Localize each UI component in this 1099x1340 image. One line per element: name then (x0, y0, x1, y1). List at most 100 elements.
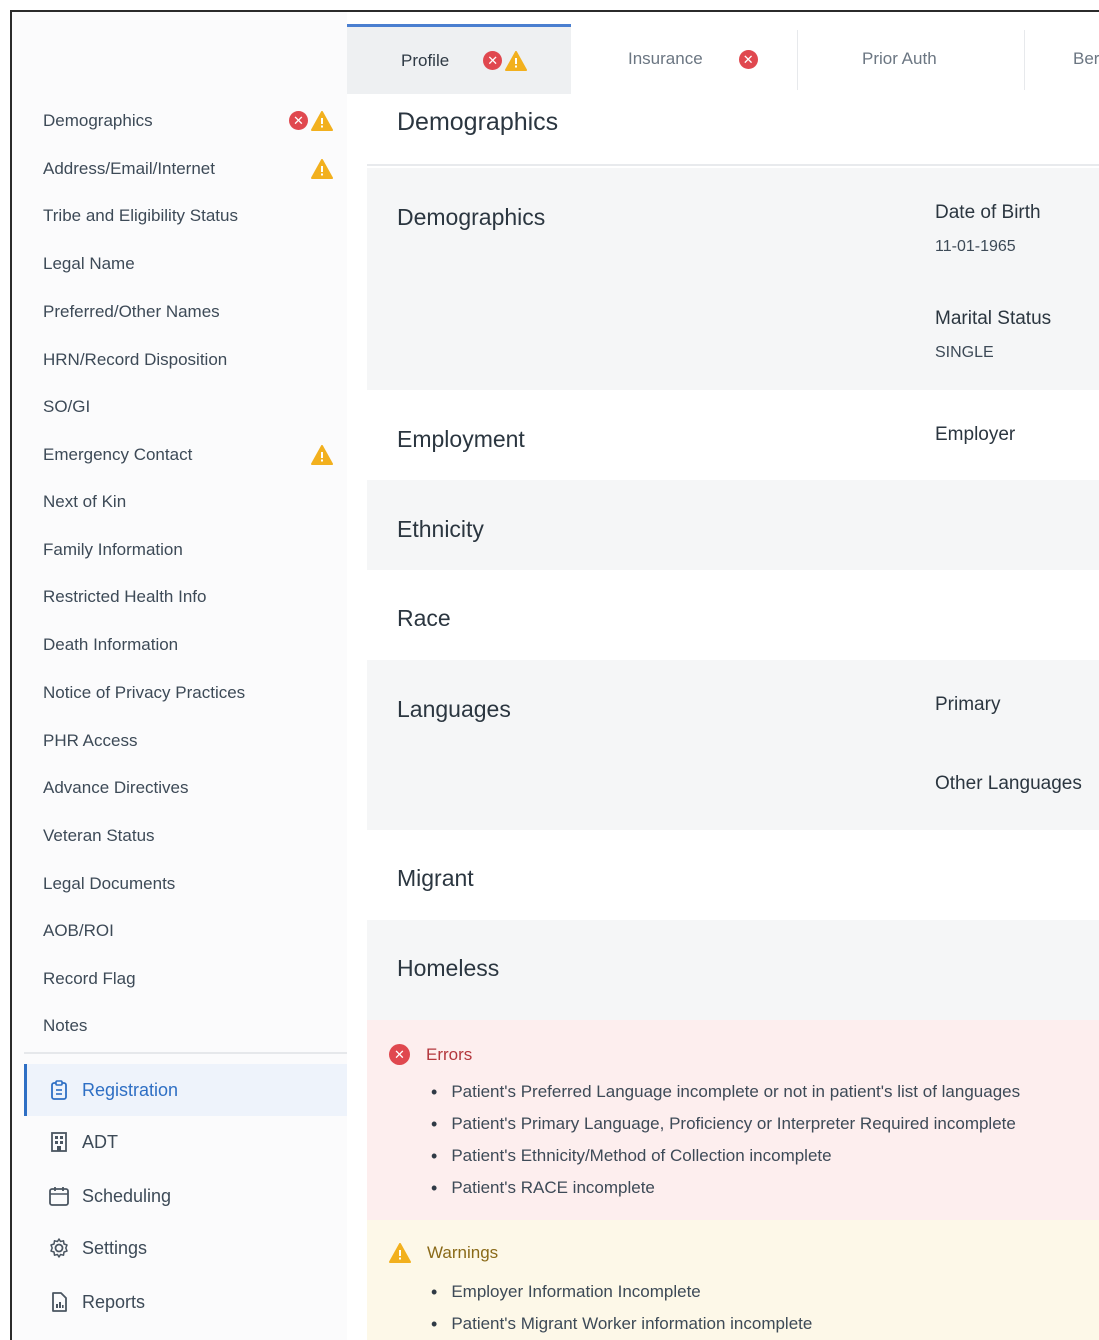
sidebar-item-phr-access[interactable]: PHR Access (43, 728, 333, 754)
error-item: Patient's Ethnicity/Method of Collection… (431, 1140, 1020, 1172)
section-title: Demographics (397, 204, 546, 230)
sidebar-item-label: Emergency Contact (43, 445, 193, 464)
sidebar-item-label: Notes (43, 1016, 88, 1035)
other-languages-label: Other Languages (935, 773, 1082, 794)
sidebar-item-label: Family Information (43, 540, 183, 559)
sidebar-item-legal-name[interactable]: Legal Name (43, 251, 333, 277)
warning-icon (505, 50, 528, 71)
nav-adt[interactable]: ADT (24, 1116, 347, 1168)
sidebar-item-label: Death Information (43, 635, 179, 654)
nav-reports[interactable]: Reports (24, 1276, 347, 1328)
sidebar-item-emergency-contact[interactable]: Emergency Contact (43, 442, 333, 468)
warnings-panel: Warnings Employer Information Incomplete… (367, 1220, 1099, 1340)
sidebar-item-restricted-health[interactable]: Restricted Health Info (43, 584, 333, 610)
section-race: Race (367, 570, 1099, 660)
section-title: Race (397, 605, 451, 631)
tab-label: Prior Auth (862, 49, 937, 68)
nav-label: Reports (82, 1291, 146, 1312)
warnings-heading: Warnings (389, 1243, 498, 1263)
marital-status-value: SINGLE (935, 344, 994, 361)
tab-label: Profile (401, 50, 450, 70)
tab-benefits[interactable]: Ber (1025, 24, 1099, 94)
warnings-list: Employer Information Incomplete Patient'… (431, 1276, 812, 1340)
sidebar-item-label: Veteran Status (43, 826, 155, 845)
sidebar-item-next-of-kin[interactable]: Next of Kin (43, 489, 333, 515)
section-demographics: Demographics Date of Birth 11-01-1965 Ma… (367, 168, 1099, 390)
sidebar-item-label: Address/Email/Internet (43, 159, 215, 178)
sidebar-item-label: Legal Documents (43, 874, 176, 893)
sidebar-item-address[interactable]: Address/Email/Internet (43, 156, 333, 182)
warning-icon (311, 159, 333, 179)
sidebar-item-hrn[interactable]: HRN/Record Disposition (43, 347, 333, 373)
sidebar-item-label: Legal Name (43, 254, 135, 273)
dob-value: 11-01-1965 (935, 238, 1016, 255)
sidebar-item-label: Notice of Privacy Practices (43, 683, 246, 702)
sidebar-item-label: AOB/ROI (43, 921, 114, 940)
sidebar-item-veteran-status[interactable]: Veteran Status (43, 823, 333, 849)
sidebar-divider (24, 1052, 347, 1054)
warning-item: Patient's Migrant Worker information inc… (431, 1308, 812, 1340)
sidebar-item-label: Next of Kin (43, 492, 127, 511)
warnings-heading-text: Warnings (427, 1243, 499, 1262)
sidebar-item-death-info[interactable]: Death Information (43, 632, 333, 658)
sidebar-item-family-info[interactable]: Family Information (43, 537, 333, 563)
error-icon: ✕ (483, 50, 503, 70)
tab-label: Ber (1073, 49, 1099, 68)
tab-label: Insurance (628, 49, 703, 68)
sidebar-item-label: HRN/Record Disposition (43, 350, 228, 369)
sidebar-item-privacy-practices[interactable]: Notice of Privacy Practices (43, 680, 333, 706)
error-icon: ✕ (738, 50, 758, 69)
warning-icon (389, 1243, 411, 1263)
nav-label: Settings (82, 1237, 148, 1258)
sidebar-item-preferred-names[interactable]: Preferred/Other Names (43, 299, 333, 325)
sidebar-item-aob-roi[interactable]: AOB/ROI (43, 918, 333, 944)
section-title: Ethnicity (397, 516, 484, 542)
page-title: Demographics (397, 108, 559, 136)
page-header: Demographics (367, 94, 1099, 166)
nav-registration[interactable]: Registration (24, 1064, 347, 1116)
sidebar-item-label: Advance Directives (43, 778, 189, 797)
sidebar-item-tribe[interactable]: Tribe and Eligibility Status (43, 203, 333, 229)
main-content: Demographics Demographics Date of Birth … (367, 94, 1099, 1340)
errors-heading-text: Errors (426, 1044, 473, 1064)
nav-label: Scheduling (82, 1185, 172, 1206)
section-title: Migrant (397, 865, 474, 891)
sidebar-item-label: PHR Access (43, 731, 138, 750)
warning-icon (311, 445, 333, 465)
nav-scheduling[interactable]: Scheduling (24, 1170, 347, 1222)
sidebar-item-demographics[interactable]: Demographics ✕ (43, 108, 333, 134)
nav-label: ADT (82, 1131, 118, 1152)
section-title: Languages (397, 696, 511, 722)
tab-bar: Profile ✕ Insurance ✕ Prior Auth Ber (347, 24, 1099, 104)
sidebar-item-advance-directives[interactable]: Advance Directives (43, 775, 333, 801)
sidebar-item-label: SO/GI (43, 397, 91, 416)
errors-list: Patient's Preferred Language incomplete … (431, 1076, 1020, 1204)
error-item: Patient's Preferred Language incomplete … (431, 1076, 1020, 1108)
section-title: Homeless (397, 955, 500, 981)
warning-icon (311, 111, 333, 131)
tab-insurance[interactable]: Insurance ✕ (571, 24, 797, 94)
warning-item: Employer Information Incomplete (431, 1276, 812, 1308)
primary-language-label: Primary (935, 694, 1001, 715)
sidebar-item-record-flag[interactable]: Record Flag (43, 966, 333, 992)
section-migrant: Migrant (367, 830, 1099, 920)
errors-heading: ✕ Errors (389, 1044, 472, 1065)
calendar-icon (48, 1185, 70, 1207)
tab-profile[interactable]: Profile ✕ (347, 24, 571, 94)
error-item: Patient's Primary Language, Proficiency … (431, 1108, 1020, 1140)
report-icon (48, 1291, 70, 1313)
sidebar-item-legal-documents[interactable]: Legal Documents (43, 871, 333, 897)
error-item: Patient's RACE incomplete (431, 1172, 1020, 1204)
sidebar-item-label: Tribe and Eligibility Status (43, 206, 238, 225)
errors-panel: ✕ Errors Patient's Preferred Language in… (367, 1020, 1099, 1220)
section-title: Employment (397, 426, 525, 452)
section-ethnicity: Ethnicity (367, 480, 1099, 570)
sidebar-item-label: Restricted Health Info (43, 587, 207, 606)
tab-prior-auth[interactable]: Prior Auth (798, 24, 1024, 94)
sidebar-item-sogi[interactable]: SO/GI (43, 394, 333, 420)
nav-settings[interactable]: Settings (24, 1222, 347, 1274)
error-icon: ✕ (289, 111, 308, 130)
sidebar-item-notes[interactable]: Notes (43, 1013, 333, 1039)
marital-status-label: Marital Status (935, 308, 1052, 329)
building-icon (48, 1131, 70, 1153)
